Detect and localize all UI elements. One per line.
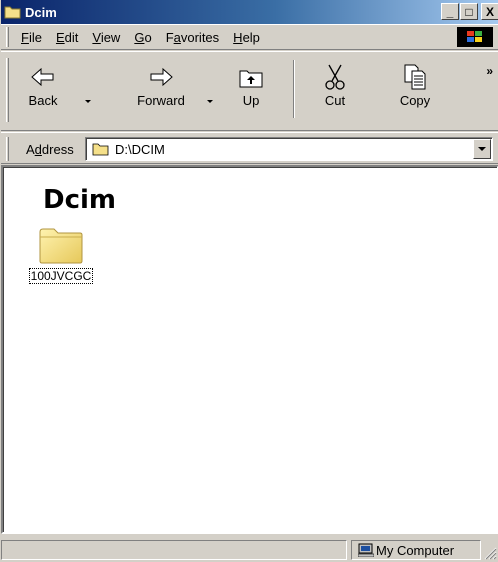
forward-label: Forward	[137, 93, 185, 108]
forward-button[interactable]: Forward	[127, 60, 195, 124]
address-bar: Address D:\DCIM	[1, 132, 498, 164]
resize-grip-icon[interactable]	[483, 546, 497, 560]
up-folder-icon	[239, 70, 263, 88]
folder-icon	[39, 228, 83, 264]
menu-go-label: o	[144, 29, 152, 45]
toolbar-grip[interactable]	[6, 58, 9, 122]
back-button[interactable]: Back	[19, 60, 67, 124]
copy-label: Copy	[399, 93, 431, 108]
cut-button[interactable]: Cut	[313, 60, 357, 124]
folder-icon	[92, 143, 109, 156]
addressbar-grip[interactable]	[6, 137, 9, 161]
windows-logo-icon	[457, 27, 493, 47]
status-bar: My Computer	[1, 536, 498, 562]
menu-favorites-pre: F	[165, 29, 174, 45]
up-label: Up	[242, 93, 260, 108]
toolbar-separator	[293, 60, 295, 118]
menu-go-accel: G	[134, 29, 145, 45]
title-bar[interactable]: Dcim _ □ X	[1, 0, 498, 24]
menubar-grip[interactable]	[6, 27, 9, 47]
menu-edit-label: dit	[64, 29, 79, 45]
menu-file-label: ile	[28, 29, 42, 45]
menu-bar: File Edit View Go Favorites Help	[1, 24, 498, 50]
folder-heading: Dcim	[43, 185, 116, 215]
menu-file[interactable]: File	[15, 30, 50, 45]
menu-view[interactable]: View	[86, 30, 128, 45]
folder-icon	[4, 6, 21, 19]
window-title: Dcim	[25, 4, 57, 20]
back-label: Back	[28, 93, 58, 108]
address-value: D:\DCIM	[115, 142, 165, 157]
address-dropdown-button[interactable]	[473, 139, 491, 159]
menu-edit[interactable]: Edit	[50, 30, 86, 45]
toolbar-more-chevron[interactable]: »	[486, 64, 493, 78]
minimize-button[interactable]: _	[441, 3, 459, 20]
copy-icon	[404, 64, 426, 90]
address-label: Address	[26, 142, 74, 157]
status-pane-main	[1, 540, 347, 560]
window-controls: _ □ X	[440, 3, 498, 20]
address-label-pre: A	[26, 142, 35, 157]
zone-label: My Computer	[376, 543, 455, 558]
forward-dropdown-arrow-icon[interactable]	[207, 100, 213, 103]
folder-view[interactable]: Dcim 100JVCGC	[1, 165, 498, 534]
menu-help[interactable]: Help	[227, 30, 268, 45]
menu-go[interactable]: Go	[128, 30, 159, 45]
menu-favorites-label: vorites	[180, 29, 220, 45]
menu-file-accel: F	[21, 29, 29, 45]
folder-item[interactable]: 100JVCGC	[15, 225, 107, 284]
up-button[interactable]: Up	[227, 60, 275, 124]
menu-favorites-accel: a	[173, 29, 181, 45]
forward-arrow-icon	[150, 67, 173, 87]
address-label-accel: d	[34, 142, 42, 157]
menu-help-accel: H	[233, 29, 243, 45]
maximize-button[interactable]: □	[460, 3, 478, 20]
copy-button[interactable]: Copy	[389, 60, 441, 124]
explorer-window: Dcim _ □ X File Edit View Go Favorites H…	[0, 0, 498, 562]
close-button[interactable]: X	[481, 3, 498, 20]
computer-icon	[358, 543, 374, 557]
menu-edit-accel: E	[55, 29, 65, 45]
menu-view-label: iew	[100, 29, 121, 45]
menu-favorites[interactable]: Favorites	[160, 30, 227, 45]
cut-label: Cut	[324, 93, 346, 108]
back-dropdown-arrow-icon[interactable]	[85, 100, 91, 103]
menu-help-label: elp	[242, 29, 260, 45]
address-input[interactable]: D:\DCIM	[85, 137, 493, 161]
scissors-icon	[325, 64, 345, 90]
folder-name[interactable]: 100JVCGC	[28, 268, 94, 284]
back-arrow-icon	[31, 67, 54, 87]
menu-view-accel: V	[92, 29, 101, 45]
address-label-rest: dress	[41, 142, 74, 157]
status-pane-zone: My Computer	[351, 540, 481, 560]
standard-toolbar: Back Forward Up Cut Copy »	[1, 51, 498, 131]
